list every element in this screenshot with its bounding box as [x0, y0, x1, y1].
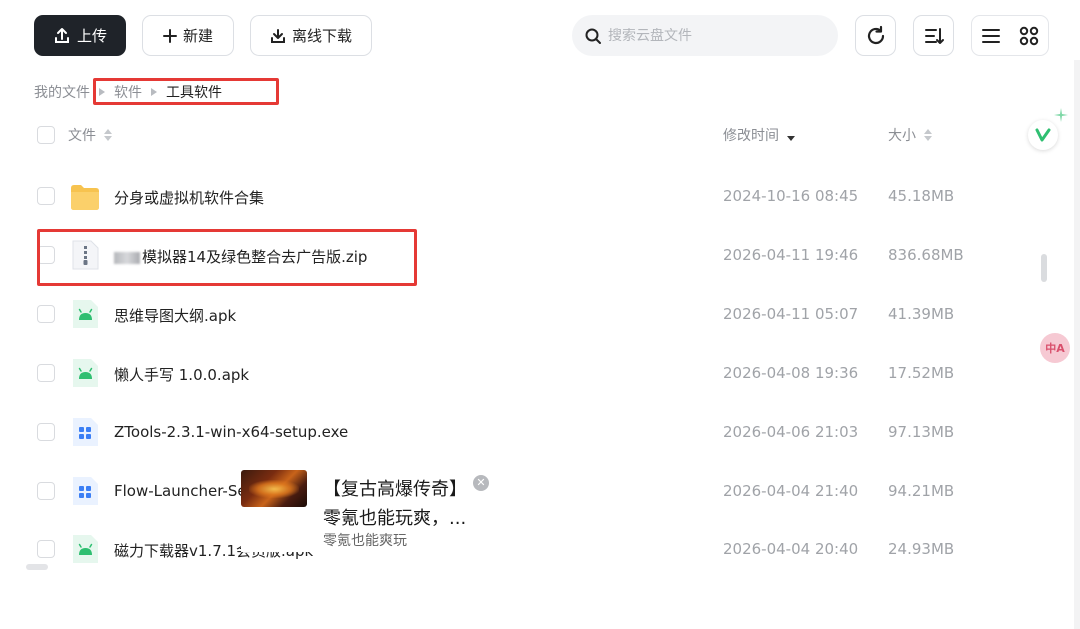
refresh-button[interactable] — [855, 15, 896, 56]
android-icon — [73, 300, 98, 328]
sort-arrows-icon — [924, 129, 932, 141]
file-time: 2026-04-11 19:46 — [723, 246, 859, 264]
file-time: 2026-04-04 20:40 — [723, 540, 859, 558]
file-size: 45.18MB — [888, 187, 955, 205]
select-all-checkbox[interactable] — [37, 126, 55, 144]
file-name[interactable]: ZTools-2.3.1-win-x64-setup.exe — [114, 423, 348, 441]
plus-icon — [162, 28, 177, 43]
file-size: 836.68MB — [888, 246, 964, 264]
file-size: 17.52MB — [888, 364, 955, 382]
row-checkbox[interactable] — [37, 246, 55, 264]
translate-label: 中A — [1045, 342, 1065, 355]
header-modified[interactable]: 修改时间 — [723, 125, 795, 145]
search-input[interactable] — [608, 27, 828, 44]
row-checkbox[interactable] — [37, 364, 55, 382]
upload-button[interactable]: 上传 — [34, 15, 126, 56]
android-icon — [73, 359, 98, 387]
file-name[interactable]: 模拟器14及绿色整合去广告版.zip — [114, 246, 367, 267]
search-box[interactable] — [572, 15, 838, 56]
file-name[interactable]: 思维导图大纲.apk — [114, 305, 236, 326]
close-icon[interactable]: ✕ — [473, 475, 489, 491]
sort-icon — [924, 27, 944, 44]
file-size: 97.13MB — [888, 423, 955, 441]
ad-subtitle[interactable]: 零氪也能玩爽，... — [323, 504, 466, 530]
file-time: 2026-04-08 19:36 — [723, 364, 859, 382]
offline-download-label: 离线下载 — [291, 27, 352, 45]
file-time: 2026-04-04 21:40 — [723, 482, 859, 500]
ad-title[interactable]: 【复古高爆传奇】 — [323, 475, 467, 501]
download-icon — [270, 28, 285, 43]
upload-icon — [54, 27, 69, 43]
file-name[interactable]: 懒人手写 1.0.0.apk — [114, 364, 249, 385]
row-checkbox[interactable] — [37, 540, 55, 558]
windows-exe-icon — [73, 418, 98, 446]
right-edge-bar — [1074, 60, 1080, 629]
file-name-text: 模拟器14及绿色整合去广告版.zip — [142, 248, 368, 266]
file-name[interactable]: Flow-Launcher-Set — [114, 482, 252, 500]
row-checkbox[interactable] — [37, 423, 55, 441]
file-size: 94.21MB — [888, 482, 955, 500]
view-toggle[interactable] — [971, 15, 1049, 56]
bottom-scroll-handle[interactable] — [26, 564, 48, 570]
file-size: 24.93MB — [888, 540, 955, 558]
ad-source: 零氪也能爽玩 — [323, 533, 407, 549]
breadcrumb-root[interactable]: 我的文件 — [34, 82, 90, 102]
translate-icon[interactable]: 中A — [1040, 333, 1070, 363]
scrollbar-thumb[interactable] — [1041, 254, 1047, 282]
new-button[interactable]: 新建 — [142, 15, 234, 56]
sort-arrows-icon — [787, 129, 795, 141]
breadcrumb-separator-icon — [151, 88, 157, 96]
list-view-icon[interactable] — [981, 27, 1001, 45]
search-icon — [585, 28, 601, 44]
android-icon — [73, 535, 98, 563]
file-size: 41.39MB — [888, 305, 955, 323]
table-row[interactable]: 思维导图大纲.apk 2026-04-11 05:07 41.39MB — [0, 285, 1020, 343]
header-modified-label: 修改时间 — [723, 128, 779, 144]
row-checkbox[interactable] — [37, 482, 55, 500]
zip-icon — [72, 240, 99, 270]
file-time: 2026-04-06 21:03 — [723, 423, 859, 441]
table-row[interactable]: Flow-Launcher-Set 2026-04-04 21:40 94.21… — [0, 461, 1020, 519]
breadcrumb-software[interactable]: 软件 — [114, 82, 142, 102]
ad-popup[interactable]: 【复古高爆传奇】 零氪也能玩爽，... 零氪也能爽玩 ✕ — [241, 470, 501, 552]
row-checkbox[interactable] — [37, 305, 55, 323]
offline-download-button[interactable]: 离线下载 — [250, 15, 372, 56]
folder-icon — [71, 185, 99, 210]
file-time: 2024-10-16 08:45 — [723, 187, 859, 205]
table-row[interactable]: ZTools-2.3.1-win-x64-setup.exe 2026-04-0… — [0, 403, 1020, 461]
windows-exe-icon — [73, 477, 98, 505]
file-time: 2026-04-11 05:07 — [723, 305, 859, 323]
breadcrumb: 我的文件 软件 工具软件 — [34, 82, 222, 102]
sparkle-icon — [1054, 108, 1068, 122]
breadcrumb-current: 工具软件 — [166, 85, 222, 101]
header-size[interactable]: 大小 — [888, 125, 932, 145]
new-label: 新建 — [182, 27, 213, 45]
file-name[interactable]: 分身或虚拟机软件合集 — [114, 187, 264, 208]
table-row[interactable]: 分身或虚拟机软件合集 2024-10-16 08:45 45.18MB — [0, 167, 1020, 225]
table-row[interactable]: 懒人手写 1.0.0.apk 2026-04-08 19:36 17.52MB — [0, 344, 1020, 402]
header-name-label: 文件 — [68, 128, 96, 144]
sort-button[interactable] — [913, 15, 954, 56]
header-size-label: 大小 — [888, 128, 916, 144]
table-row[interactable]: 模拟器14及绿色整合去广告版.zip 2026-04-11 19:46 836.… — [0, 226, 1020, 284]
row-checkbox[interactable] — [37, 187, 55, 205]
sort-arrows-icon — [104, 129, 112, 141]
ad-thumbnail[interactable] — [241, 470, 307, 507]
breadcrumb-separator-icon — [99, 88, 105, 96]
table-row[interactable]: 磁力下载器v1.7.1会员版.apk 2026-04-04 20:40 24.9… — [0, 520, 1020, 578]
upload-label: 上传 — [76, 27, 107, 45]
refresh-icon — [867, 25, 884, 44]
blurred-text — [114, 251, 140, 264]
grid-view-icon[interactable] — [1019, 26, 1039, 46]
header-name[interactable]: 文件 — [68, 125, 112, 145]
assistant-icon[interactable] — [1028, 120, 1058, 150]
